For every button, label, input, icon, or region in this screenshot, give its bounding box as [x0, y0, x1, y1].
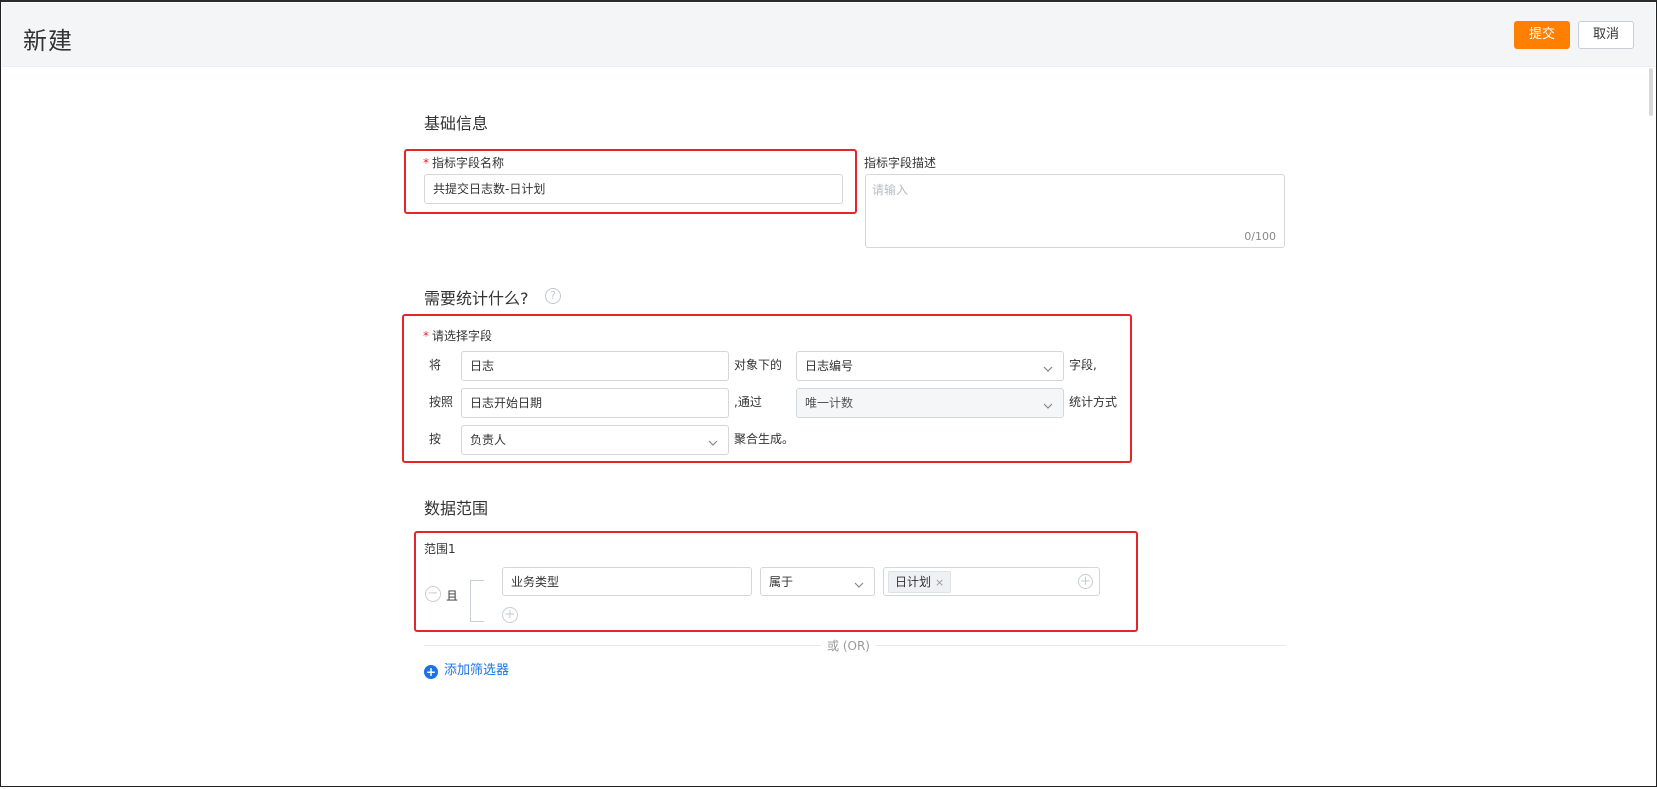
group-select-value: 负责人 [470, 433, 507, 447]
condition-field-input[interactable]: 业务类型 [502, 567, 752, 596]
condition-value-multiselect[interactable]: 日计划 × + [883, 567, 1100, 596]
row1-suffix: 字段, [1069, 358, 1097, 372]
add-value-icon[interactable]: + [1078, 574, 1093, 589]
group-select[interactable]: 负责人 [461, 425, 729, 455]
name-label-text: 指标字段名称 [432, 156, 505, 170]
help-icon[interactable]: ? [545, 288, 561, 304]
desc-textarea[interactable]: 请输入 0/100 [865, 174, 1285, 248]
select-field-label: * 请选择字段 [423, 327, 492, 344]
date-field-input[interactable]: 日志开始日期 [461, 388, 729, 418]
stat-section-title: 需要统计什么? [424, 289, 529, 308]
select-field-label-text: 请选择字段 [432, 329, 493, 343]
add-filter-link[interactable]: + 添加筛选器 [424, 663, 509, 679]
row3-prefix: 按 [429, 432, 442, 446]
row3-suffix: 聚合生成。 [734, 432, 795, 446]
field-select-value: 日志编号 [805, 359, 854, 373]
object-input[interactable]: 日志 [461, 351, 729, 381]
method-select[interactable]: 唯一计数 [796, 388, 1064, 418]
basic-info-title: 基础信息 [424, 114, 489, 133]
chevron-down-icon [706, 432, 720, 446]
condition-operator-select[interactable]: 属于 [760, 567, 875, 596]
plus-circle-icon: + [424, 665, 438, 679]
required-mark: * [423, 329, 429, 343]
name-field-label: * 指标字段名称 [423, 154, 504, 171]
row1-mid: 对象下的 [734, 358, 783, 372]
desc-placeholder: 请输入 [872, 183, 909, 197]
scope-section-title: 数据范围 [424, 499, 489, 518]
value-tag[interactable]: 日计划 × [888, 571, 952, 593]
chevron-down-icon [1041, 395, 1055, 409]
tag-close-icon[interactable]: × [935, 576, 944, 589]
desc-field-label: 指标字段描述 [864, 156, 937, 170]
logic-bracket [470, 580, 484, 622]
page-title: 新建 [23, 27, 73, 55]
name-input[interactable]: 共提交日志数-日计划 [424, 174, 843, 204]
method-select-value: 唯一计数 [805, 396, 854, 410]
row1-prefix: 将 [429, 358, 442, 372]
page-header: 新建 提交 取消 [2, 3, 1655, 67]
operator-value: 属于 [769, 575, 794, 589]
remove-condition-icon[interactable]: − [425, 586, 441, 602]
desc-counter: 0/100 [1244, 230, 1276, 243]
required-mark: * [423, 156, 429, 170]
scrollbar[interactable] [1649, 68, 1653, 116]
field-select[interactable]: 日志编号 [796, 351, 1064, 381]
row2-suffix: 统计方式 [1069, 395, 1118, 409]
value-tag-text: 日计划 [895, 575, 932, 589]
row2-mid: ,通过 [734, 395, 762, 409]
logic-label: 且 [446, 589, 459, 603]
chevron-down-icon [1041, 358, 1055, 372]
submit-button[interactable]: 提交 [1514, 21, 1570, 49]
cancel-button[interactable]: 取消 [1578, 21, 1634, 49]
range-label: 范围1 [424, 542, 456, 556]
row2-prefix: 按照 [429, 395, 454, 409]
chevron-down-icon [852, 574, 866, 588]
add-condition-icon[interactable]: + [502, 607, 518, 623]
add-filter-text: 添加筛选器 [444, 663, 510, 678]
or-label: 或 (OR) [821, 637, 876, 654]
page-frame: 新建 提交 取消 基础信息 * 指标字段名称 共提交日志数-日计划 指标字段描述 … [0, 0, 1657, 787]
